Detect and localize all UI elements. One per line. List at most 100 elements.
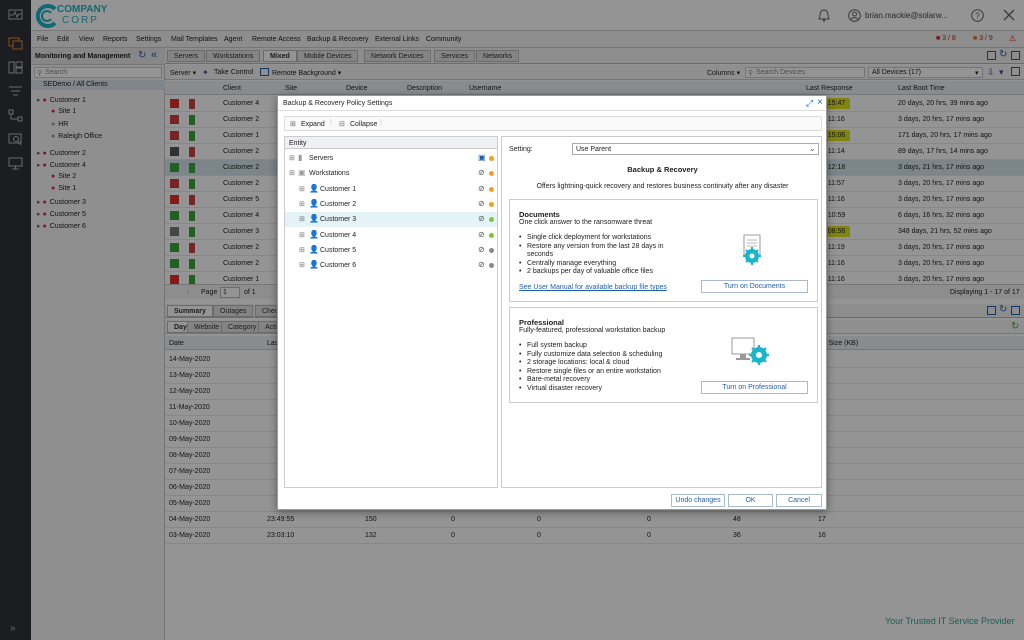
customer-icon: 👤 xyxy=(309,214,319,224)
dialog-titlebar: Backup & Recovery Policy Settings ⤢ × xyxy=(278,96,826,111)
bullet-dot: • xyxy=(519,342,522,349)
bullet-text: Single click deployment for workstations xyxy=(527,234,652,241)
entity-panel: Entity ⊞ ▮ Servers ▣ ⊞ ▣ Workstations ⊘ ⊞ 👤 Custom… xyxy=(284,136,498,488)
turn-on-documents-button[interactable]: Turn on Documents xyxy=(701,280,808,293)
policy-none-icon[interactable]: ⊘ xyxy=(478,199,485,208)
entity-label: Customer 5 xyxy=(320,246,357,254)
bullet-item: • Bare-metal recovery xyxy=(519,376,699,385)
expand-node-icon[interactable]: ⊞ xyxy=(289,169,295,177)
undo-changes-button[interactable]: Undo changes xyxy=(671,494,725,507)
entity-row[interactable]: ⊞ 👤 Customer 2 ⊘ xyxy=(285,197,497,212)
entity-label: Customer 2 xyxy=(320,200,357,208)
bullet-dot: • xyxy=(519,234,522,241)
expand-node-icon[interactable]: ⊞ xyxy=(289,154,295,162)
bullet-dot: • xyxy=(519,376,522,383)
status-dot xyxy=(489,263,494,269)
bullet-item: • Centrally manage everything xyxy=(519,260,689,269)
customer-icon: 👤 xyxy=(309,260,319,270)
setting-chevron-icon: ⌄ xyxy=(809,144,816,153)
dialog-close-icon[interactable]: × xyxy=(817,97,823,108)
turn-on-professional-button[interactable]: Turn on Professional xyxy=(701,381,808,394)
professional-tagline: Fully-featured, professional workstation… xyxy=(519,327,666,334)
bullet-item: • Restore any version from the last 28 da… xyxy=(519,243,689,260)
expand-icon: ⊞ xyxy=(290,121,296,128)
bullet-dot: • xyxy=(519,259,522,267)
policy-none-icon[interactable]: ⊘ xyxy=(478,260,485,269)
expand-button[interactable]: Expand xyxy=(301,121,325,128)
bullet-item: • Fully customize data selection & schedu… xyxy=(519,351,699,360)
setting-label: Setting: xyxy=(509,146,533,153)
policy-none-icon[interactable]: ⊘ xyxy=(478,168,485,177)
user-manual-link[interactable]: See User Manual for available backup fil… xyxy=(519,284,667,291)
bullet-item: • Single click deployment for workstation… xyxy=(519,234,689,243)
bullet-text: 2 storage locations: local & cloud xyxy=(527,359,630,366)
toolbar-divider: | xyxy=(330,119,332,126)
expand-node-icon[interactable]: ⊞ xyxy=(299,185,305,193)
policy-panel: Setting: Use Parent ⌄ Backup & Recovery … xyxy=(501,136,822,488)
entity-label: Customer 3 xyxy=(320,216,357,224)
documents-tagline: One click answer to the ransomware threa… xyxy=(519,219,653,226)
professional-title: Professional xyxy=(519,318,565,327)
dialog-title: Backup & Recovery Policy Settings xyxy=(283,100,393,107)
entity-header: Entity xyxy=(285,137,497,149)
bullet-dot: • xyxy=(519,268,522,275)
bullet-dot: • xyxy=(519,350,522,358)
ok-button[interactable]: OK xyxy=(728,494,773,507)
setting-select[interactable]: Use Parent ⌄ xyxy=(572,143,819,155)
status-dot xyxy=(489,156,494,161)
customer-icon: 👤 xyxy=(309,229,319,239)
entity-row[interactable]: ⊞ 👤 Customer 6 ⊘ xyxy=(285,258,497,273)
maximize-icon[interactable]: ⤢ xyxy=(806,98,813,109)
customer-icon: 👤 xyxy=(309,244,319,254)
setting-value: Use Parent xyxy=(576,146,612,153)
entity-row[interactable]: ⊞ ▮ Servers ▣ xyxy=(285,151,497,166)
policy-none-icon[interactable]: ⊘ xyxy=(478,184,485,193)
collapse-button[interactable]: Collapse xyxy=(350,121,377,128)
bullet-dot: • xyxy=(519,367,522,375)
customer-icon: 👤 xyxy=(309,183,319,193)
entity-row[interactable]: ⊞ 👤 Customer 3 ⊘ xyxy=(285,212,497,228)
entity-row[interactable]: ⊞ 👤 Customer 4 ⊘ xyxy=(285,228,497,243)
bullet-text: Virtual disaster recovery xyxy=(527,384,602,392)
policy-applied-icon[interactable]: ▣ xyxy=(478,153,486,162)
toolbar-divider-2: | xyxy=(380,119,382,126)
backup-policy-dialog: Backup & Recovery Policy Settings ⤢ × ⊞ … xyxy=(277,95,827,510)
expand-node-icon[interactable]: ⊞ xyxy=(299,200,305,208)
status-dot xyxy=(489,232,494,238)
bullet-text: 2 backups per day of valuable office fil… xyxy=(527,268,653,275)
policy-none-icon[interactable]: ⊘ xyxy=(478,214,485,223)
policy-none-icon[interactable]: ⊘ xyxy=(478,245,485,254)
documents-backup-icon xyxy=(735,233,769,267)
bullet-text: Centrally manage everything xyxy=(527,259,617,267)
workstation-icon: ▣ xyxy=(298,168,306,178)
entity-label: Customer 4 xyxy=(320,231,357,239)
bullet-dot: • xyxy=(519,384,522,392)
bullet-dot: • xyxy=(519,359,522,366)
entity-label: Servers xyxy=(309,155,334,162)
entity-row[interactable]: ⊞ 👤 Customer 5 ⊘ xyxy=(285,243,497,258)
policy-none-icon[interactable]: ⊘ xyxy=(478,230,485,239)
dialog-toolbar: ⊞ Expand | ⊟ Collapse | xyxy=(284,116,822,131)
bullet-item: • 2 storage locations: local & cloud xyxy=(519,359,699,368)
cancel-button[interactable]: Cancel xyxy=(776,494,822,507)
expand-node-icon[interactable]: ⊞ xyxy=(299,231,305,239)
entity-label: Customer 1 xyxy=(320,185,357,193)
documents-card: Documents One click answer to the ransom… xyxy=(509,199,818,302)
expand-node-icon[interactable]: ⊞ xyxy=(299,261,305,269)
status-dot xyxy=(489,171,494,177)
bullet-dot: • xyxy=(519,242,522,250)
collapse-icon: ⊟ xyxy=(339,121,345,128)
entity-row[interactable]: ⊞ 👤 Customer 1 ⊘ xyxy=(285,182,497,197)
bullet-item: • Restore single files or an entire works… xyxy=(519,368,699,377)
professional-backup-icon xyxy=(728,333,774,373)
professional-bullets: • Full system backup • Fully customize dat… xyxy=(519,342,699,393)
expand-node-icon[interactable]: ⊞ xyxy=(299,246,305,254)
entity-label: Customer 6 xyxy=(320,262,357,270)
entity-header-label: Entity xyxy=(289,140,307,147)
entity-row[interactable]: ⊞ ▣ Workstations ⊘ xyxy=(285,166,497,181)
professional-card: Professional Fully-featured, professiona… xyxy=(509,307,818,403)
bullet-text: Restore any version from the last 28 day… xyxy=(527,242,664,259)
policy-heading: Backup & Recovery xyxy=(627,165,698,174)
bullet-text: Restore single files or an entire workst… xyxy=(527,367,661,375)
expand-node-icon[interactable]: ⊞ xyxy=(299,215,305,223)
